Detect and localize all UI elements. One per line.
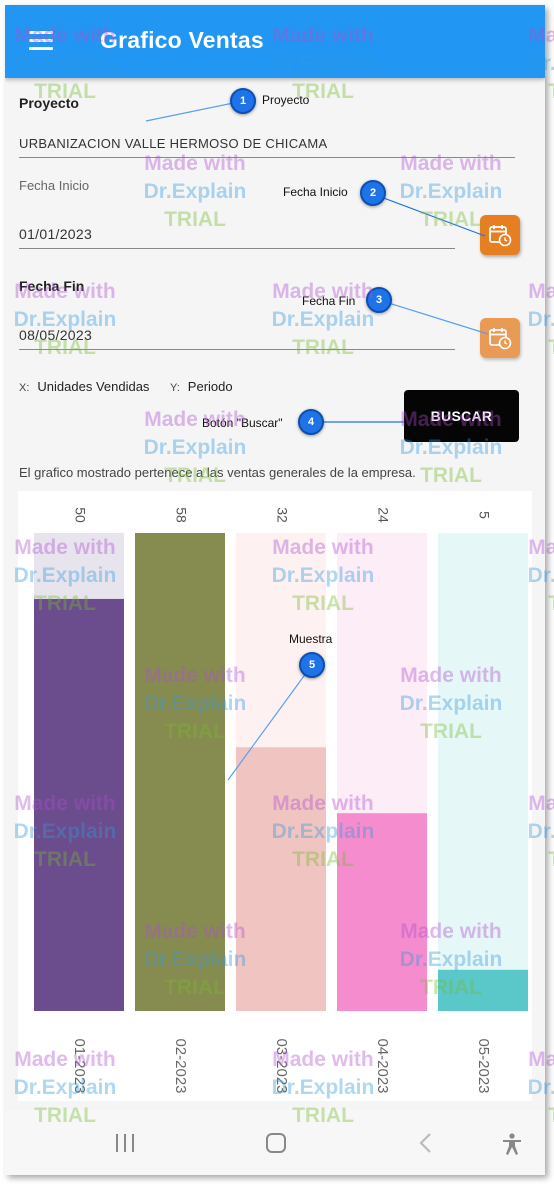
back-icon[interactable]: [416, 1132, 436, 1154]
x-tick-label-02-2023: 02-2023: [172, 1038, 189, 1093]
y-axis-selector[interactable]: Y: Periodo: [170, 379, 233, 394]
bar-chart-svg: 50 01-2023 58 02-2023 32 03-2023 24 04-2023 5 05-…: [34, 507, 528, 1094]
x-tick-label-05-2023: 05-2023: [475, 1038, 492, 1093]
callout-1-text: Proyecto: [262, 93, 310, 107]
x-axis-mark: X:: [19, 382, 30, 394]
bar-value-label-01-2023: 50: [72, 507, 88, 523]
bar-value-label-04-2023: 24: [375, 507, 391, 523]
start-date-calendar-button[interactable]: [480, 215, 520, 255]
callout-5-text: Muestra: [289, 632, 333, 646]
chart-description: El grafico mostrado pertenece a las vent…: [19, 465, 416, 480]
bar-value-label-05-2023: 5: [476, 511, 492, 519]
bar-track-05-2023: [438, 533, 528, 1011]
hamburger-menu-icon[interactable]: [23, 25, 57, 57]
recent-apps-icon[interactable]: [113, 1132, 137, 1154]
calendar-clock-icon: [489, 328, 512, 350]
project-label: Proyecto: [19, 95, 79, 111]
page-title: Grafico Ventas: [100, 27, 264, 53]
start-date-label: Fecha Inicio: [19, 178, 90, 193]
app-screen: Grafico Ventas Proyecto URBANIZACION VAL…: [5, 5, 545, 1175]
end-date-calendar-button[interactable]: [480, 318, 520, 358]
home-icon[interactable]: [264, 1132, 288, 1154]
app-bar: Grafico Ventas: [5, 5, 545, 78]
x-tick-label-04-2023: 04-2023: [374, 1038, 391, 1093]
y-axis-value: Periodo: [187, 379, 233, 394]
callout-3-badge: 3: [366, 287, 392, 313]
bar-04-2023[interactable]: [337, 813, 427, 1011]
callout-2-text: Fecha Inicio: [283, 185, 348, 199]
x-axis-selector[interactable]: X: Unidades Vendidas: [19, 379, 149, 394]
callout-4-badge: 4: [298, 409, 324, 435]
sales-chart: 50 01-2023 58 02-2023 32 03-2023 24 04-2023 5 05-…: [18, 491, 532, 1101]
x-tick-label-03-2023: 03-2023: [273, 1038, 290, 1093]
search-button[interactable]: BUSCAR: [404, 390, 519, 442]
accessibility-icon[interactable]: [500, 1132, 524, 1156]
calendar-clock-icon: [489, 225, 512, 247]
end-date-label: Fecha Fin: [19, 278, 85, 294]
callout-5-badge: 5: [299, 652, 325, 678]
bar-02-2023[interactable]: [135, 533, 225, 1011]
y-axis-mark: Y:: [170, 382, 180, 394]
start-date-field[interactable]: 01/01/2023: [19, 226, 455, 249]
bar-03-2023[interactable]: [236, 747, 326, 1011]
system-nav-bar: [5, 1110, 545, 1175]
x-axis-value: Unidades Vendidas: [37, 379, 150, 394]
project-select[interactable]: URBANIZACION VALLE HERMOSO DE CHICAMA: [19, 136, 515, 158]
bar-value-label-02-2023: 58: [173, 507, 189, 523]
callout-2-badge: 2: [360, 180, 386, 206]
x-tick-label-01-2023: 01-2023: [71, 1038, 88, 1093]
bar-value-label-03-2023: 32: [274, 507, 290, 523]
callout-4-text: Botón "Buscar": [202, 416, 283, 430]
bar-01-2023[interactable]: [34, 598, 124, 1011]
callout-1-badge: 1: [230, 88, 256, 114]
end-date-field[interactable]: 08/05/2023: [19, 327, 455, 350]
bar-05-2023[interactable]: [438, 969, 528, 1011]
callout-3-text: Fecha Fin: [302, 294, 356, 308]
